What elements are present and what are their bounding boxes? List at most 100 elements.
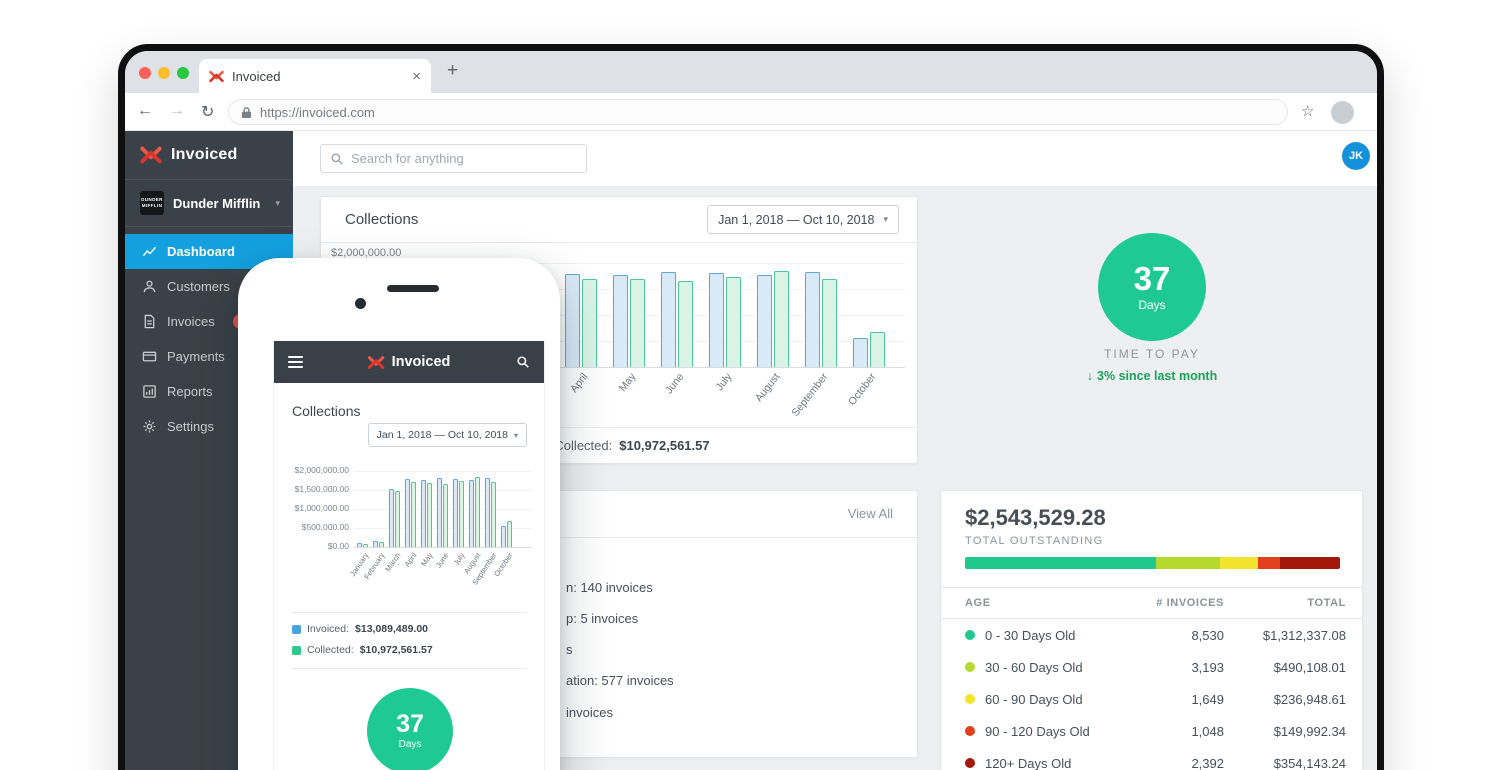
bar-collected [870,331,885,367]
date-range-selector[interactable]: Jan 1, 2018 — Oct 10, 2018 ▾ [707,205,899,234]
address-bar[interactable]: https://invoiced.com [228,99,1288,125]
reload-button[interactable]: ↻ [201,102,214,122]
aging-bar-segment [965,557,1157,569]
browser-profile-avatar[interactable] [1331,101,1354,124]
user-avatar[interactable]: JK [1342,142,1370,170]
search-box[interactable] [320,144,587,173]
bar-collected [678,281,693,367]
y-tick-label: $500,000.00 [301,522,349,532]
table-row[interactable]: 120+ Days Old 2,392 $354,143.24 [941,747,1362,770]
phone-mockup: Invoiced Collections Jan 1, 2018 — Oct 1… [238,258,560,770]
activity-line: ation: 577 invoices [566,673,674,688]
age-dot [965,694,975,704]
phone-camera [355,298,366,309]
bar-invoiced [757,275,772,367]
bar-group [357,542,368,547]
legend-item-invoiced: Invoiced: $13,089,489.00 [292,623,428,635]
minimize-window-button[interactable] [158,67,170,79]
mobile-brand: Invoiced [367,341,451,383]
browser-tab[interactable]: Invoiced × [199,59,431,93]
bar-group [421,480,432,547]
bar-collected [443,484,448,547]
search-icon[interactable] [516,355,530,369]
view-all-link[interactable]: View All [848,506,893,521]
menu-icon[interactable] [288,356,303,368]
time-to-pay-days: 37 [396,710,424,738]
divider [291,668,527,669]
aging-bar-segment [1156,557,1220,569]
bar-invoiced [853,337,868,367]
customers-icon [143,280,156,293]
age-label: 90 - 120 Days Old [985,723,1090,739]
table-row[interactable]: 30 - 60 Days Old 3,193 $490,108.01 [941,651,1362,683]
back-button[interactable]: ← [137,102,153,120]
header-total: TOTAL [1307,597,1346,609]
aging-bar-segment [1257,557,1280,569]
x-tick-label: July [713,371,735,394]
table-row[interactable]: 0 - 30 Days Old 8,530 $1,312,337.08 [941,619,1362,651]
bar-group [661,272,693,367]
chevron-down-icon: ▾ [883,214,888,224]
outstanding-card: $2,543,529.28 TOTAL OUTSTANDING AGE # IN… [940,490,1363,770]
bar-invoiced [357,542,362,547]
browser-menu-icon[interactable]: ⋮ [1373,102,1377,120]
bar-invoiced [373,541,378,547]
table-row[interactable]: 90 - 120 Days Old 1,048 $149,992.34 [941,715,1362,747]
invoiced-logo-icon [140,146,162,164]
delta-text: 3% since last month [1097,369,1218,383]
forward-button[interactable]: → [169,102,185,120]
activity-line: n: 140 invoices [566,580,653,595]
x-tick-label: August [752,371,783,405]
tab-close-icon[interactable]: × [412,68,421,85]
browser-toolbar: ← → ↻ https://invoiced.com ☆ ⋮ [125,93,1377,131]
company-logo-line: MIFFLIN [141,203,163,208]
collections-title: Collections [345,211,419,228]
close-window-button[interactable] [139,67,151,79]
invoice-count: 1,048 [1191,723,1224,739]
bookmark-star-icon[interactable]: ☆ [1301,102,1314,120]
search-input[interactable] [351,151,586,166]
bar-invoiced [421,480,426,547]
date-range-value: Jan 1, 2018 — Oct 10, 2018 [376,429,508,441]
bar-collected [395,490,400,547]
bar-collected [582,278,597,367]
age-label: 60 - 90 Days Old [985,691,1083,707]
date-range-selector[interactable]: Jan 1, 2018 — Oct 10, 2018 ▾ [367,423,527,447]
chevron-down-icon: ▾ [513,430,518,440]
new-tab-button[interactable]: + [447,60,458,82]
total-amount: $149,992.34 [1273,723,1346,739]
mobile-brand-name: Invoiced [391,354,451,370]
bar-group [565,274,597,367]
header-invoices: # INVOICES [1156,597,1224,609]
url-text: https://invoiced.com [260,104,375,120]
table-row[interactable]: 60 - 90 Days Old 1,649 $236,948.61 [941,683,1362,715]
bar-collected [822,278,837,367]
sidebar-item-label: Dashboard [167,244,235,259]
company-selector[interactable]: DUNDER MIFFLIN Dunder Mifflin ▾ [125,180,293,227]
bar-invoiced [565,274,580,367]
x-tick-label: October [845,371,879,408]
brand: Invoiced [125,131,293,180]
collected-legend-swatch [292,645,301,655]
invoice-count: 2,392 [1191,755,1224,770]
settings-gear-icon [143,420,156,433]
legend-item-collected: Collected: $10,972,561.57 [292,644,433,656]
phone-speaker [387,285,439,292]
collections-card-header: Collections Jan 1, 2018 — Oct 10, 2018 ▾ [321,197,917,243]
aging-bar [965,557,1340,569]
dashboard-icon [142,246,157,257]
bar-invoiced [661,272,676,367]
zoom-window-button[interactable] [177,67,189,79]
total-amount: $236,948.61 [1273,691,1346,707]
x-tick-label: April [568,371,591,395]
app-topbar: JK [293,131,1377,186]
phone-screen: Invoiced Collections Jan 1, 2018 — Oct 1… [273,341,545,770]
age-dot [965,662,975,672]
activity-line: s [566,642,573,657]
bar-group [805,272,837,367]
chevron-down-icon: ▾ [275,197,280,208]
aging-bar-segment [1220,557,1258,569]
decrease-arrow-icon: ↓ [1086,369,1094,383]
bar-invoiced [469,480,474,547]
legend-label: Collected: [307,644,354,656]
